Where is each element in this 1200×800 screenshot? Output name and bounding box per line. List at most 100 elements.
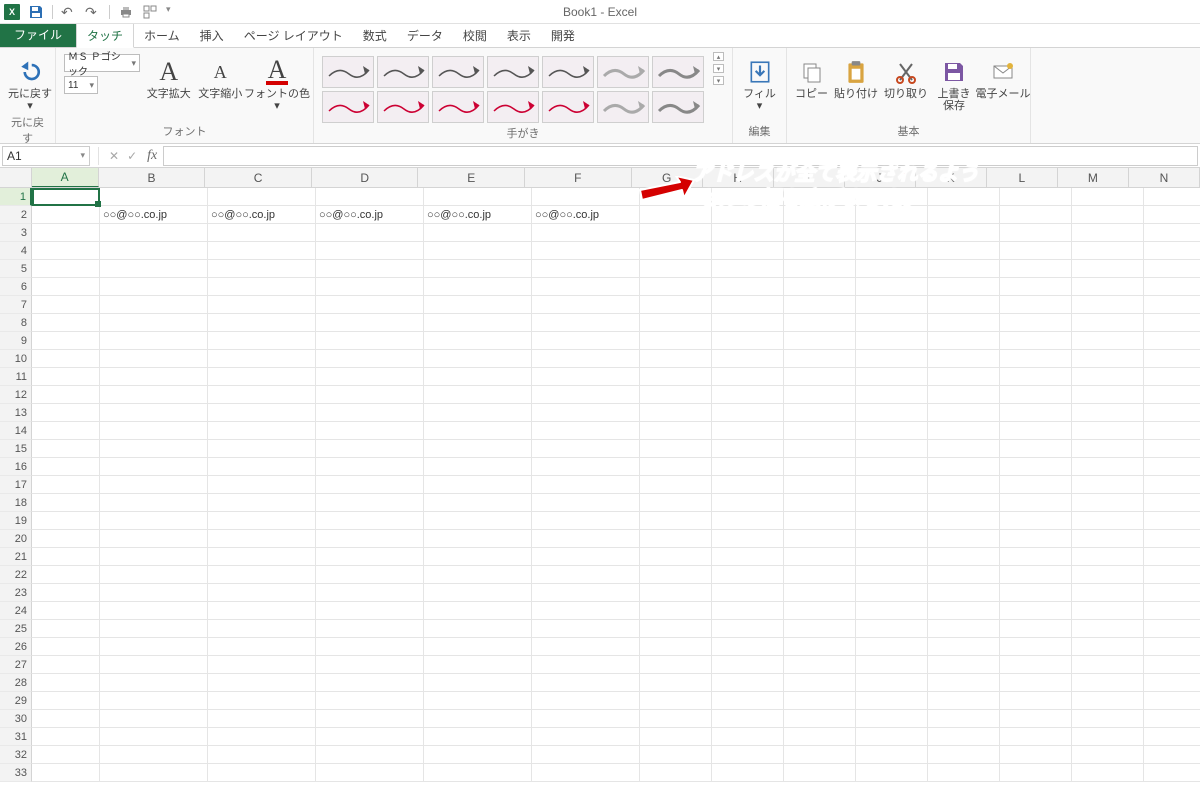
cell[interactable]	[1000, 458, 1072, 476]
cell[interactable]	[424, 476, 532, 494]
cell[interactable]	[712, 458, 784, 476]
cell[interactable]	[316, 746, 424, 764]
cell[interactable]	[640, 566, 712, 584]
cell[interactable]	[316, 296, 424, 314]
cell[interactable]	[712, 206, 784, 224]
cell[interactable]	[1072, 656, 1144, 674]
cell[interactable]	[640, 620, 712, 638]
cell[interactable]	[100, 476, 208, 494]
cell[interactable]	[1072, 242, 1144, 260]
cell[interactable]	[1144, 728, 1200, 746]
cell[interactable]	[208, 386, 316, 404]
cell[interactable]	[100, 350, 208, 368]
cell[interactable]	[928, 206, 1000, 224]
cell[interactable]	[316, 530, 424, 548]
cell[interactable]	[32, 656, 100, 674]
cell[interactable]	[1072, 458, 1144, 476]
cell[interactable]	[208, 440, 316, 458]
cell[interactable]	[532, 728, 640, 746]
cell[interactable]	[208, 674, 316, 692]
cell[interactable]	[712, 512, 784, 530]
tab-home[interactable]: ホーム	[134, 23, 190, 47]
cell[interactable]	[1144, 206, 1200, 224]
cell[interactable]	[1000, 566, 1072, 584]
cell[interactable]	[712, 602, 784, 620]
cell[interactable]	[32, 638, 100, 656]
cell[interactable]	[856, 260, 928, 278]
cell[interactable]	[712, 188, 784, 206]
cell[interactable]	[784, 710, 856, 728]
cell[interactable]	[1000, 440, 1072, 458]
cell[interactable]	[928, 350, 1000, 368]
cell[interactable]: ○○@○○.co.jp	[316, 206, 424, 224]
row-header[interactable]: 7	[0, 296, 32, 314]
cell[interactable]	[208, 764, 316, 782]
cell[interactable]	[640, 440, 712, 458]
ink-swatch[interactable]	[322, 56, 374, 88]
cell[interactable]	[1144, 674, 1200, 692]
cell[interactable]	[784, 404, 856, 422]
cell[interactable]	[640, 602, 712, 620]
ink-swatch[interactable]	[377, 91, 429, 123]
cell[interactable]	[100, 620, 208, 638]
cell[interactable]	[208, 746, 316, 764]
tab-file[interactable]: ファイル	[0, 22, 76, 47]
cell[interactable]	[532, 584, 640, 602]
cell[interactable]	[784, 350, 856, 368]
row-header[interactable]: 10	[0, 350, 32, 368]
cell[interactable]	[1000, 206, 1072, 224]
cell[interactable]	[856, 332, 928, 350]
cell[interactable]	[100, 386, 208, 404]
cell[interactable]	[784, 368, 856, 386]
cell[interactable]	[424, 692, 532, 710]
cell[interactable]	[208, 656, 316, 674]
cell[interactable]	[712, 548, 784, 566]
cell[interactable]	[784, 548, 856, 566]
cell[interactable]	[1144, 494, 1200, 512]
row-header[interactable]: 4	[0, 242, 32, 260]
cell[interactable]	[208, 314, 316, 332]
cell[interactable]	[1000, 620, 1072, 638]
column-headers[interactable]: ABCDEFGHIJKLMN	[0, 168, 1200, 188]
cell[interactable]	[1144, 458, 1200, 476]
row-header[interactable]: 17	[0, 476, 32, 494]
cell[interactable]	[100, 440, 208, 458]
cell[interactable]	[640, 206, 712, 224]
cell[interactable]	[532, 422, 640, 440]
cell[interactable]	[1072, 764, 1144, 782]
cell[interactable]	[928, 638, 1000, 656]
cell[interactable]	[208, 224, 316, 242]
cell[interactable]	[424, 278, 532, 296]
cell[interactable]	[532, 548, 640, 566]
tab-touch[interactable]: タッチ	[76, 22, 134, 48]
cell[interactable]	[712, 386, 784, 404]
cell[interactable]	[784, 386, 856, 404]
cell[interactable]	[316, 692, 424, 710]
enlarge-text-button[interactable]: A 文字拡大	[146, 52, 192, 100]
cell[interactable]	[208, 620, 316, 638]
cell[interactable]	[100, 512, 208, 530]
cell[interactable]	[784, 746, 856, 764]
cell[interactable]	[712, 746, 784, 764]
cell[interactable]	[640, 512, 712, 530]
cell[interactable]	[100, 224, 208, 242]
col-header-G[interactable]: G	[632, 168, 703, 187]
cell[interactable]	[424, 746, 532, 764]
cell[interactable]	[1144, 584, 1200, 602]
cell[interactable]	[712, 620, 784, 638]
cell[interactable]	[100, 764, 208, 782]
cell[interactable]	[1072, 710, 1144, 728]
cell[interactable]	[1072, 368, 1144, 386]
cell[interactable]	[1072, 224, 1144, 242]
cell[interactable]	[784, 764, 856, 782]
cell[interactable]	[1000, 512, 1072, 530]
cell[interactable]	[1072, 440, 1144, 458]
cell[interactable]	[32, 746, 100, 764]
cell[interactable]	[1000, 368, 1072, 386]
cell[interactable]	[856, 350, 928, 368]
cell[interactable]	[856, 476, 928, 494]
cell[interactable]	[32, 602, 100, 620]
cell[interactable]	[784, 602, 856, 620]
cell[interactable]	[640, 188, 712, 206]
cell[interactable]	[532, 710, 640, 728]
